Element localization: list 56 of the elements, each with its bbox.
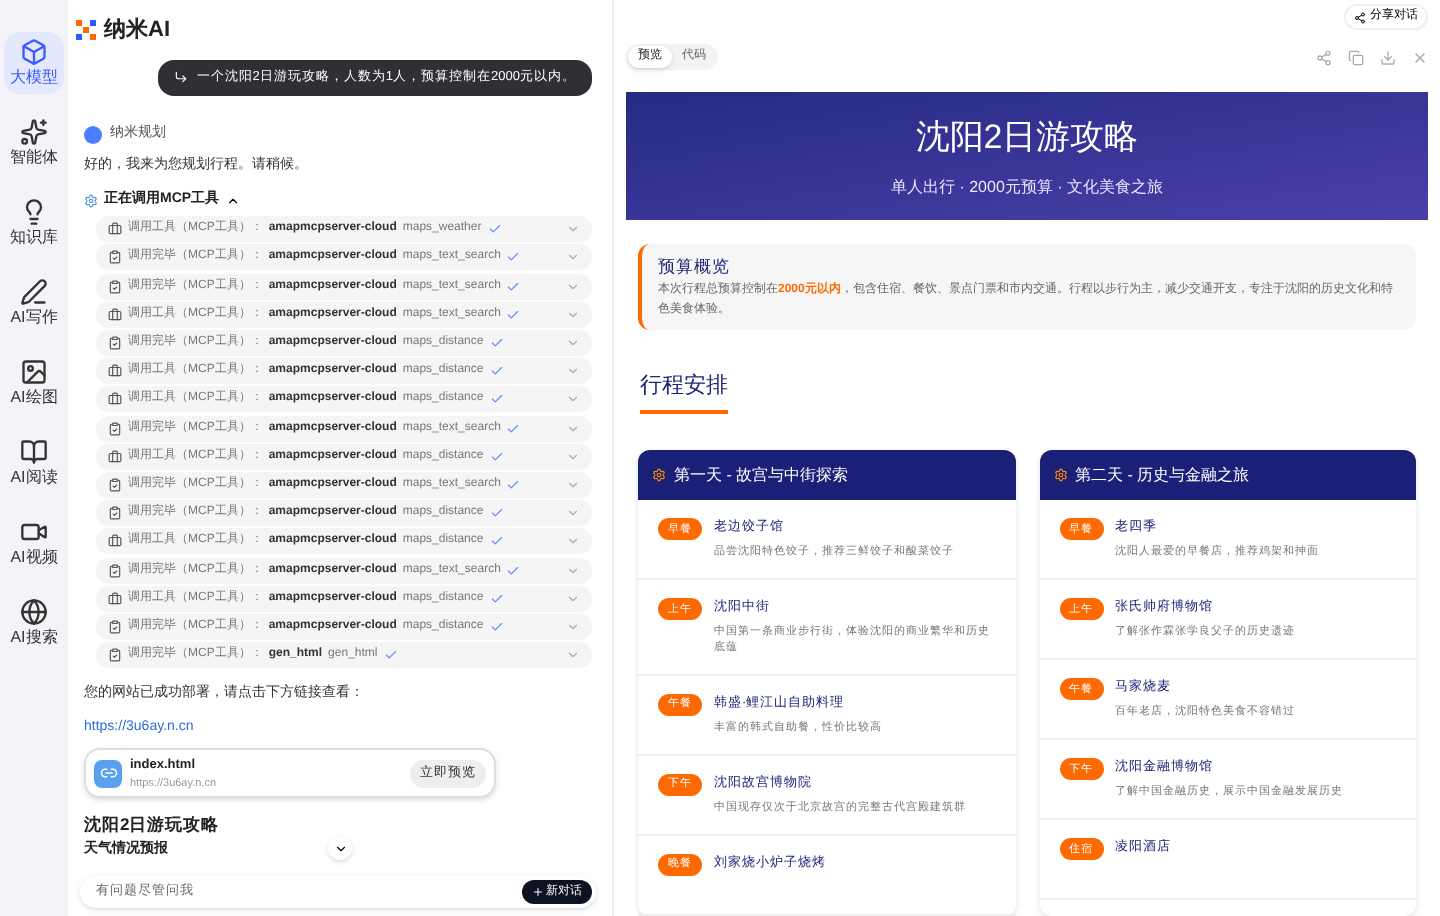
close-icon[interactable]: [1412, 49, 1428, 65]
answer-title: 沈阳2日游玩攻略: [84, 812, 220, 838]
nav-item[interactable]: 大模型: [4, 32, 64, 94]
clipboard-icon: [108, 477, 122, 492]
nav-icon: [20, 38, 48, 66]
nav-item[interactable]: AI写作: [4, 272, 64, 334]
logo-icon: [76, 20, 96, 40]
budget-title: 预算概览: [658, 253, 732, 280]
clipboard-icon: [108, 506, 122, 521]
toolbox-icon: [108, 534, 122, 549]
copy-icon[interactable]: [1348, 49, 1364, 65]
check-icon: [383, 648, 398, 663]
clipboard-icon: [108, 619, 122, 634]
banner-subtitle: 单人出行 · 2000元预算 · 文化美食之旅: [890, 175, 1163, 200]
toolbox-icon: [108, 307, 122, 322]
clipboard-icon: [108, 250, 122, 265]
reply-icon: [174, 70, 189, 85]
nav-item[interactable]: 智能体: [4, 112, 64, 174]
clipboard-icon: [108, 336, 122, 350]
clipboard-icon: [108, 563, 122, 577]
nav-icon: [20, 118, 48, 146]
nav-icon: [20, 438, 48, 466]
day-title: 第二天 - 历史与金融之旅: [1075, 463, 1250, 488]
nav-icon: [20, 358, 48, 386]
clipboard-icon: [108, 648, 122, 663]
section-title: 行程安排: [640, 369, 728, 415]
clipboard-icon: [108, 279, 122, 294]
banner-title: 沈阳2日游攻略: [915, 116, 1139, 161]
link-icon: [94, 759, 122, 788]
nav-icon: [20, 198, 48, 226]
collapse-icon[interactable]: [225, 193, 240, 207]
chevron-down-icon: [333, 841, 347, 855]
download-icon[interactable]: [1380, 49, 1396, 65]
nav-icon: [20, 598, 48, 626]
gear-icon: [652, 468, 666, 483]
share-icon: [1354, 11, 1366, 23]
toolbox-icon: [108, 392, 122, 407]
toolbox-icon: [108, 449, 122, 464]
app-name: 纳米AI: [104, 15, 170, 46]
plus-icon: [532, 886, 544, 898]
nav-item[interactable]: AI阅读: [4, 432, 64, 494]
assistant-avatar: [84, 125, 102, 143]
share-icon[interactable]: [1316, 49, 1332, 65]
nav-item[interactable]: AI搜索: [4, 592, 64, 654]
nav-icon: [20, 518, 48, 546]
toolbox-icon: [108, 364, 122, 379]
gear-icon: [1053, 468, 1067, 483]
clipboard-icon: [108, 421, 122, 436]
day-title: 第一天 - 故宫与中街探索: [674, 463, 849, 488]
nav-item[interactable]: AI绘图: [4, 352, 64, 414]
nav-item[interactable]: AI视频: [4, 512, 64, 574]
toolbox-icon: [108, 222, 122, 237]
scroll-down-button[interactable]: [328, 836, 352, 860]
nav-icon: [20, 278, 48, 306]
nav-item[interactable]: 知识库: [4, 192, 64, 254]
toolbox-icon: [108, 591, 122, 606]
